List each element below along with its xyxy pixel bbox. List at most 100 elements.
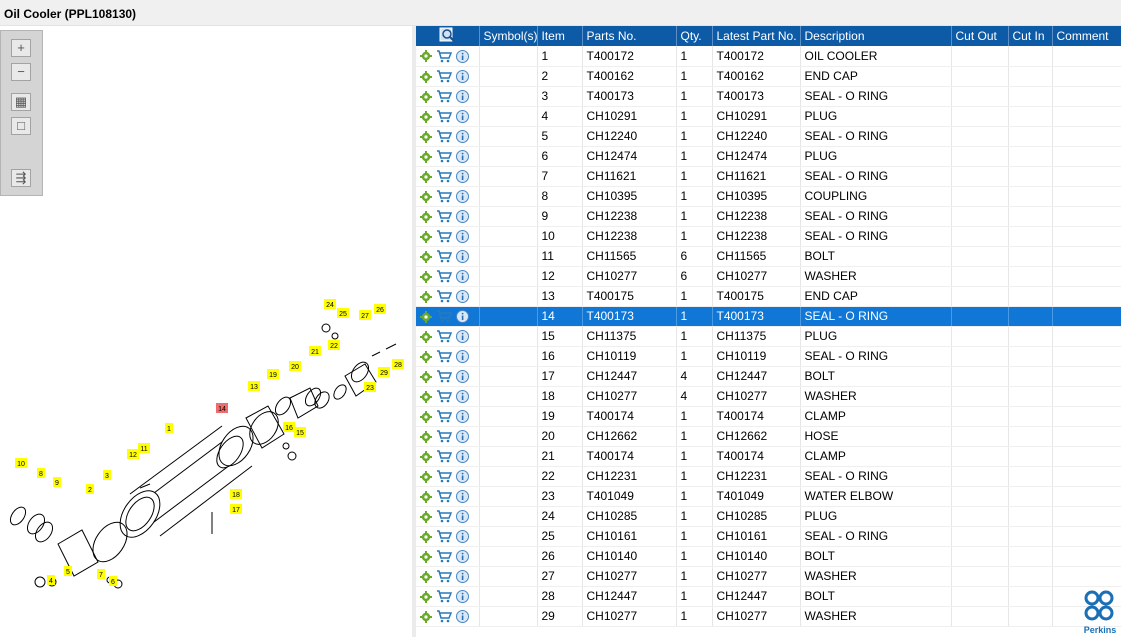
gear-icon[interactable] — [420, 50, 432, 63]
cart-icon[interactable] — [436, 570, 452, 583]
info-icon[interactable] — [456, 70, 469, 84]
cart-icon[interactable] — [436, 490, 452, 503]
gear-icon[interactable] — [420, 590, 432, 603]
diagram-pane[interactable]: 1 2 3 4 5 6 7 8 9 10 11 12 13 14 15 16 17 18 19 20 21 22 23 24 2… — [0, 26, 412, 637]
row-actions[interactable] — [416, 606, 480, 627]
table-row[interactable]: 25 CH10161 1 CH10161 SEAL - O RING — [416, 526, 1121, 547]
callout-28[interactable]: 28 — [392, 359, 404, 369]
gear-icon[interactable] — [420, 490, 432, 503]
info-icon[interactable] — [456, 49, 469, 63]
gear-icon[interactable] — [420, 410, 432, 423]
info-icon[interactable] — [456, 530, 469, 544]
gear-icon[interactable] — [420, 450, 432, 463]
callout-2[interactable]: 2 — [86, 484, 94, 494]
gear-icon[interactable] — [420, 550, 432, 563]
cart-icon[interactable] — [436, 550, 452, 563]
cart-icon[interactable] — [436, 290, 452, 303]
table-row[interactable]: 6 CH12474 1 CH12474 PLUG — [416, 146, 1121, 167]
gear-icon[interactable] — [420, 470, 432, 483]
info-icon[interactable] — [456, 430, 469, 444]
cart-icon[interactable] — [436, 430, 452, 443]
table-row[interactable]: 2 T400162 1 T400162 END CAP — [416, 66, 1121, 87]
table-row[interactable]: 1 T400172 1 T400172 OIL COOLER — [416, 46, 1121, 67]
callout-10[interactable]: 10 — [15, 458, 27, 468]
cart-icon[interactable] — [436, 310, 452, 323]
row-actions[interactable] — [416, 166, 480, 187]
callout-22[interactable]: 22 — [328, 340, 340, 350]
gear-icon[interactable] — [420, 110, 432, 123]
callout-19[interactable]: 19 — [267, 369, 279, 379]
callout-4[interactable]: 4 — [47, 575, 55, 585]
info-icon[interactable] — [456, 450, 469, 464]
export-button[interactable]: ⇶ — [11, 169, 31, 187]
zoom-in-button[interactable]: + — [11, 39, 31, 57]
row-actions[interactable] — [416, 226, 480, 247]
cart-icon[interactable] — [436, 230, 452, 243]
gear-icon[interactable] — [420, 250, 432, 263]
cart-icon[interactable] — [436, 530, 452, 543]
gear-icon[interactable] — [420, 330, 432, 343]
column-header-comment[interactable]: Comment — [1052, 26, 1121, 46]
gear-icon[interactable] — [420, 150, 432, 163]
info-icon[interactable] — [456, 250, 469, 264]
row-actions[interactable] — [416, 66, 480, 87]
table-row[interactable]: 5 CH12240 1 CH12240 SEAL - O RING — [416, 126, 1121, 147]
row-actions[interactable] — [416, 246, 480, 267]
row-actions[interactable] — [416, 306, 480, 327]
table-row[interactable]: 7 CH11621 1 CH11621 SEAL - O RING — [416, 166, 1121, 187]
info-icon[interactable] — [456, 190, 469, 204]
callout-16[interactable]: 16 — [283, 422, 295, 432]
gear-icon[interactable] — [420, 350, 432, 363]
info-icon[interactable] — [456, 310, 469, 324]
fit-all-button[interactable]: ▦ — [11, 93, 31, 111]
callout-18[interactable]: 18 — [230, 489, 242, 499]
row-actions[interactable] — [416, 506, 480, 527]
callout-26[interactable]: 26 — [374, 304, 386, 314]
row-actions[interactable] — [416, 366, 480, 387]
info-icon[interactable] — [456, 170, 469, 184]
row-actions[interactable] — [416, 266, 480, 287]
cart-icon[interactable] — [436, 350, 452, 363]
table-row[interactable]: 11 CH11565 6 CH11565 BOLT — [416, 246, 1121, 267]
cart-icon[interactable] — [436, 50, 452, 63]
info-icon[interactable] — [456, 270, 469, 284]
column-header-description[interactable]: Description — [800, 26, 952, 46]
row-actions[interactable] — [416, 586, 480, 607]
cart-icon[interactable] — [436, 110, 452, 123]
table-row[interactable]: 8 CH10395 1 CH10395 COUPLING — [416, 186, 1121, 207]
callout-5[interactable]: 5 — [64, 566, 72, 576]
gear-icon[interactable] — [420, 210, 432, 223]
info-icon[interactable] — [456, 570, 469, 584]
row-actions[interactable] — [416, 46, 480, 67]
row-actions[interactable] — [416, 326, 480, 347]
cart-icon[interactable] — [436, 250, 452, 263]
gear-icon[interactable] — [420, 510, 432, 523]
info-icon[interactable] — [456, 390, 469, 404]
row-actions[interactable] — [416, 86, 480, 107]
gear-icon[interactable] — [420, 170, 432, 183]
table-row[interactable]: 12 CH10277 6 CH10277 WASHER — [416, 266, 1121, 287]
info-icon[interactable] — [456, 590, 469, 604]
table-row[interactable]: 4 CH10291 1 CH10291 PLUG — [416, 106, 1121, 127]
callout-7[interactable]: 7 — [97, 569, 105, 579]
row-actions[interactable] — [416, 286, 480, 307]
column-header-cut-out[interactable]: Cut Out — [951, 26, 1009, 46]
zoom-out-button[interactable]: − — [11, 63, 31, 81]
row-actions[interactable] — [416, 466, 480, 487]
row-actions[interactable] — [416, 386, 480, 407]
callout-3[interactable]: 3 — [103, 470, 111, 480]
info-icon[interactable] — [456, 410, 469, 424]
table-row[interactable]: 28 CH12447 1 CH12447 BOLT — [416, 586, 1121, 607]
callout-13[interactable]: 13 — [248, 381, 260, 391]
info-icon[interactable] — [456, 210, 469, 224]
column-header-latest-part-no[interactable]: Latest Part No. — [712, 26, 801, 46]
table-row[interactable]: 13 T400175 1 T400175 END CAP — [416, 286, 1121, 307]
callout-11[interactable]: 11 — [138, 443, 150, 453]
gear-icon[interactable] — [420, 70, 432, 83]
gear-icon[interactable] — [420, 430, 432, 443]
column-header-qty[interactable]: Qty. — [676, 26, 713, 46]
cart-icon[interactable] — [436, 190, 452, 203]
column-header-symbols[interactable]: Symbol(s) — [479, 26, 538, 46]
gear-icon[interactable] — [420, 370, 432, 383]
cart-icon[interactable] — [436, 590, 452, 603]
